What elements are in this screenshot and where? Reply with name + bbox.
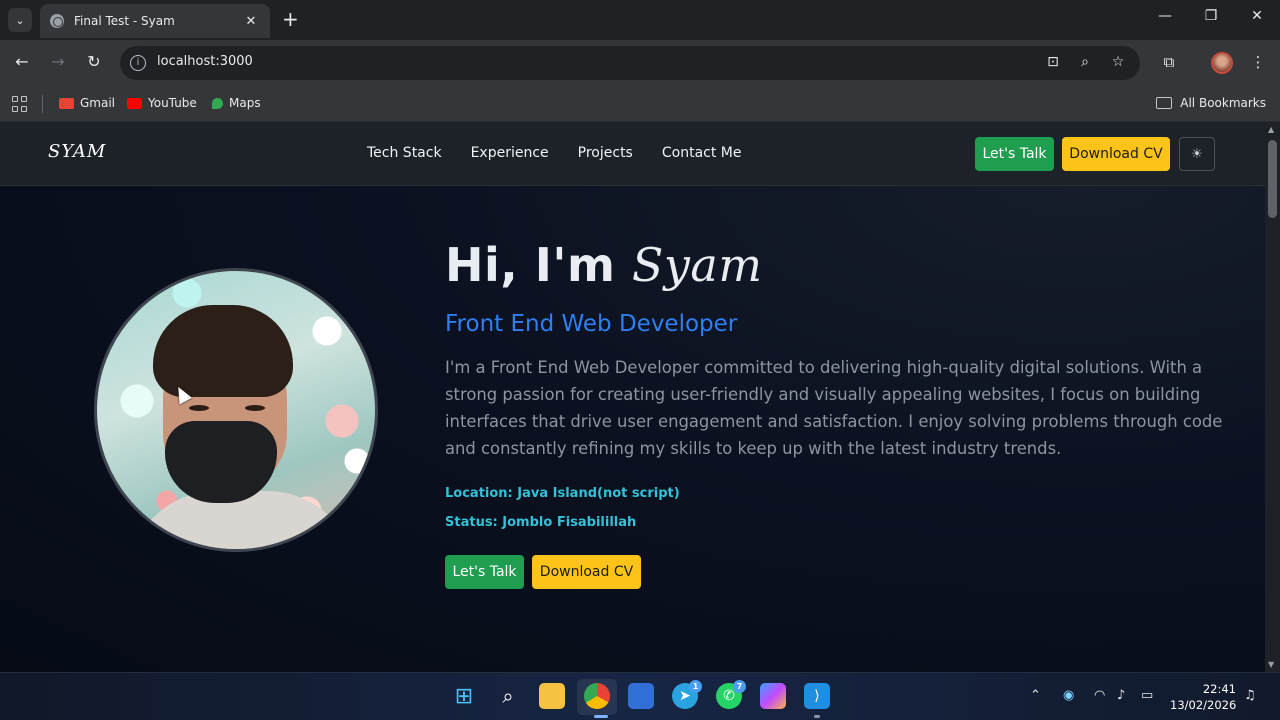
nav-download-cv-button[interactable]: Download CV (1062, 137, 1170, 171)
vscode-running-indicator (814, 715, 820, 718)
tab-title: Final Test - Syam (74, 14, 175, 28)
browser-toolbar: ← → ↻ i localhost:3000 ⊡ ⌕ ☆ ⧉ ⋮ (0, 40, 1280, 86)
hero-status: Status: Jomblo Fisabilillah (445, 515, 637, 530)
photo-eye (189, 405, 209, 411)
os-taskbar: ⊞ ⌕ ➤ 1 ✆ 7 ⟩ ⌃ ◉ ◠ ♪ ▭ 22:41 13/02/2026… (0, 672, 1280, 720)
hero-name: Syam (631, 238, 763, 292)
vscode-icon[interactable]: ⟩ (804, 683, 830, 709)
notification-bell-icon[interactable]: ♫ (1244, 688, 1256, 703)
zoom-icon[interactable]: ⌕ (1075, 54, 1095, 70)
clock-time: 22:41 (1202, 682, 1236, 696)
site-logo[interactable]: SYAM (48, 141, 106, 162)
system-clock[interactable]: 22:41 13/02/2026 (1170, 681, 1236, 713)
all-bookmarks-label: All Bookmarks (1180, 96, 1266, 110)
address-url[interactable]: localhost:3000 (157, 54, 253, 69)
hero-download-cv-button[interactable]: Download CV (532, 555, 641, 589)
sun-icon: ☀ (1191, 146, 1203, 162)
nav-experience[interactable]: Experience (471, 145, 549, 161)
hero-location: Location: Java Island(not script) (445, 486, 680, 501)
site-info-icon[interactable]: i (130, 55, 146, 71)
nav-contact-me[interactable]: Contact Me (662, 145, 742, 161)
bookmark-label: Gmail (80, 96, 116, 110)
nav-lets-talk-button[interactable]: Let's Talk (975, 137, 1054, 171)
menu-kebab-icon[interactable]: ⋮ (1247, 53, 1269, 71)
nav-tech-stack[interactable]: Tech Stack (367, 145, 442, 161)
reload-icon[interactable]: ↻ (83, 52, 105, 71)
folder-icon (1156, 97, 1173, 109)
bookmark-label: YouTube (148, 96, 197, 110)
maps-icon (212, 97, 223, 109)
all-bookmarks[interactable]: All Bookmarks (1156, 96, 1266, 110)
scroll-up-icon[interactable]: ▲ (1268, 125, 1274, 134)
battery-icon[interactable]: ▭ (1141, 688, 1153, 703)
new-tab-button[interactable]: + (282, 9, 299, 29)
site-navbar: SYAM Tech Stack Experience Projects Cont… (0, 122, 1265, 186)
nav-projects[interactable]: Projects (578, 145, 633, 161)
bookmark-maps[interactable]: Maps (212, 96, 261, 110)
scroll-thumb[interactable] (1268, 140, 1277, 218)
copilot-icon[interactable] (760, 683, 786, 709)
photo-eye (245, 405, 265, 411)
bookmarks-bar: Gmail YouTube Maps All Bookmarks (0, 86, 1280, 122)
gmail-icon (59, 97, 74, 109)
globe-icon (50, 14, 64, 28)
back-icon[interactable]: ← (11, 52, 33, 71)
photo-hair (153, 305, 293, 397)
address-bar[interactable]: i localhost:3000 ⊡ ⌕ ☆ (120, 46, 1140, 80)
extensions-icon[interactable]: ⧉ (1158, 53, 1180, 71)
hero-lets-talk-button[interactable]: Let's Talk (445, 555, 524, 589)
browser-tab[interactable]: Final Test - Syam ✕ (40, 4, 270, 38)
bookmark-star-icon[interactable]: ☆ (1108, 54, 1128, 70)
windows-start-icon[interactable]: ⊞ (451, 683, 477, 709)
hero-role: Front End Web Developer (445, 311, 738, 337)
bookmarks-divider (42, 95, 43, 113)
chrome-icon[interactable] (584, 683, 610, 709)
theme-toggle-button[interactable]: ☀ (1179, 137, 1215, 171)
page-viewport: SYAM Tech Stack Experience Projects Cont… (0, 122, 1265, 672)
restore-icon[interactable]: ❐ (1196, 8, 1226, 24)
hero-greeting: Hi, I'm (445, 238, 616, 292)
microsoft-store-icon[interactable] (628, 683, 654, 709)
apps-grid-icon[interactable] (12, 96, 28, 112)
nav-links: Tech Stack Experience Projects Contact M… (367, 145, 741, 161)
search-icon[interactable]: ⌕ (495, 683, 521, 709)
minimize-icon[interactable]: — (1150, 8, 1180, 24)
volume-icon[interactable]: ♪ (1117, 688, 1125, 703)
chrome-running-indicator (594, 715, 608, 718)
profile-photo (94, 268, 378, 552)
tab-close-icon[interactable]: ✕ (242, 14, 260, 29)
hero-description: I'm a Front End Web Developer committed … (445, 358, 1223, 458)
whatsapp-badge: 7 (733, 680, 746, 693)
clock-date: 13/02/2026 (1170, 698, 1237, 712)
forward-icon[interactable]: → (47, 52, 69, 71)
youtube-icon (127, 97, 142, 109)
page-scrollbar[interactable]: ▲ ▼ (1265, 122, 1280, 672)
profile-avatar[interactable] (1211, 52, 1233, 74)
file-explorer-icon[interactable] (539, 683, 565, 709)
microphone-icon[interactable]: ◉ (1063, 688, 1074, 703)
browser-tabstrip: ⌄ Final Test - Syam ✕ + — ❐ ✕ (0, 0, 1280, 40)
bookmark-youtube[interactable]: YouTube (127, 96, 197, 110)
bookmark-label: Maps (229, 96, 261, 110)
translate-icon[interactable]: ⊡ (1043, 54, 1063, 70)
window-close-icon[interactable]: ✕ (1242, 8, 1272, 24)
tray-overflow-icon[interactable]: ⌃ (1030, 688, 1041, 703)
scroll-down-icon[interactable]: ▼ (1268, 660, 1274, 669)
hero-heading: Hi, I'm Syam (445, 238, 762, 292)
telegram-badge: 1 (689, 680, 702, 693)
bookmark-gmail[interactable]: Gmail (59, 96, 115, 110)
tab-search-icon[interactable]: ⌄ (8, 8, 32, 32)
wifi-icon[interactable]: ◠ (1094, 688, 1105, 703)
